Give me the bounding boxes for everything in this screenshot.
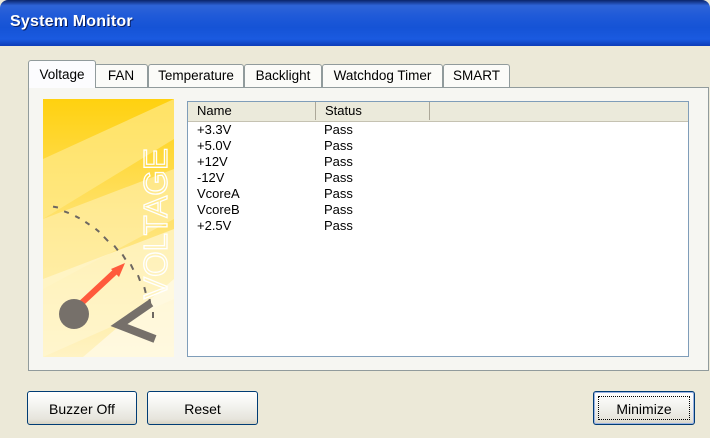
column-header-status[interactable]: Status xyxy=(316,102,430,120)
sensor-status: Pass xyxy=(324,154,353,169)
sensor-name: +12V xyxy=(197,154,228,169)
tab-smart[interactable]: SMART xyxy=(443,64,510,87)
voltage-gauge-icon: VOLTAGE xyxy=(43,99,174,357)
svg-text:VOLTAGE: VOLTAGE xyxy=(137,148,174,299)
tab-voltage[interactable]: Voltage xyxy=(28,60,96,88)
tab-backlight[interactable]: Backlight xyxy=(244,64,322,87)
sensor-status: Pass xyxy=(324,202,353,217)
title-bar[interactable]: System Monitor xyxy=(0,0,710,46)
sensor-name: +2.5V xyxy=(197,218,232,233)
sensor-status: Pass xyxy=(324,122,353,137)
list-header: Name Status xyxy=(188,102,688,122)
voltage-banner: VOLTAGE xyxy=(43,99,174,357)
sensor-name: VcoreA xyxy=(197,186,240,201)
window-title: System Monitor xyxy=(10,13,133,30)
sensor-list[interactable]: Name Status +3.3V Pass +5.0V Pass +12V P… xyxy=(187,101,689,357)
buzzer-off-button[interactable]: Buzzer Off xyxy=(27,391,137,425)
minimize-button-label: Minimize xyxy=(616,401,672,417)
sensor-status: Pass xyxy=(324,138,353,153)
minimize-button[interactable]: Minimize xyxy=(593,391,695,425)
sensor-name: VcoreB xyxy=(197,202,240,217)
system-monitor-window: System Monitor Voltage FAN Temperature B… xyxy=(0,0,710,438)
tab-fan[interactable]: FAN xyxy=(94,64,148,87)
tab-temperature[interactable]: Temperature xyxy=(148,64,244,87)
sensor-status: Pass xyxy=(324,170,353,185)
column-header-name[interactable]: Name xyxy=(188,102,316,120)
column-header-blank[interactable] xyxy=(430,102,688,120)
sensor-name: +3.3V xyxy=(197,122,232,137)
sensor-name: -12V xyxy=(197,170,225,185)
sensor-status: Pass xyxy=(324,218,353,233)
sensor-status: Pass xyxy=(324,186,353,201)
tab-watchdog-timer[interactable]: Watchdog Timer xyxy=(322,64,443,87)
reset-button[interactable]: Reset xyxy=(147,391,258,425)
sensor-name: +5.0V xyxy=(197,138,232,153)
